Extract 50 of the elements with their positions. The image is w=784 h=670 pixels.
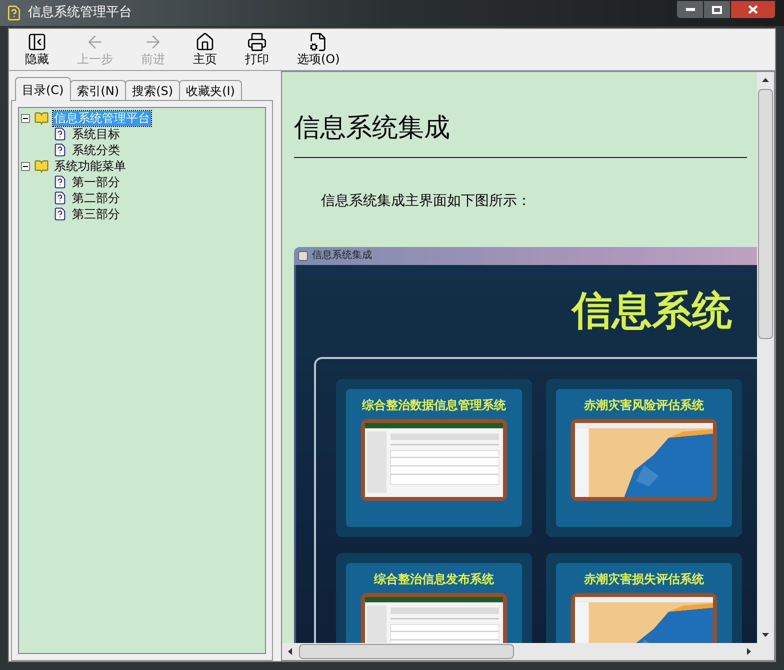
help-page-icon (53, 127, 67, 141)
embedded-window-title: 信息系统集成 (312, 250, 372, 262)
app-icon (298, 251, 308, 261)
app-banner-title: 信息系统 (572, 289, 732, 333)
vertical-scrollbar[interactable] (757, 72, 774, 643)
app-tile[interactable]: 赤潮灾害风险评估系统 (546, 379, 742, 537)
help-file-icon (6, 5, 22, 21)
close-icon (748, 5, 758, 14)
window-title: 信息系统管理平台 (28, 4, 132, 22)
tree-item[interactable]: 系统分类 (71, 142, 121, 158)
book-icon (34, 110, 49, 126)
page-heading: 信息系统集成 (294, 112, 451, 144)
printer-icon (247, 32, 267, 52)
toolbar-button[interactable]: 选项(O) (289, 30, 348, 68)
intro-text: 信息系统集成主界面如下图所示： (321, 192, 532, 210)
collapse-icon[interactable] (21, 162, 30, 170)
close-button[interactable] (730, 0, 776, 19)
document-gear-icon (308, 32, 328, 52)
help-page-icon (53, 175, 67, 189)
tab[interactable]: 目录(C) (15, 77, 71, 101)
tree-item[interactable]: 第三部分 (71, 206, 121, 222)
horizontal-scrollbar[interactable] (282, 643, 774, 660)
tile-title: 赤潮灾害风险评估系统 (584, 397, 704, 413)
scroll-thumb[interactable] (299, 644, 514, 659)
help-page-icon (53, 207, 67, 221)
tile-title: 综合整治信息发布系统 (374, 571, 494, 587)
tree-item[interactable]: 第二部分 (71, 190, 121, 206)
scroll-thumb[interactable] (758, 89, 773, 339)
app-tile[interactable]: 综合整治数据信息管理系统 (336, 379, 532, 537)
minimize-icon (686, 8, 694, 11)
book-icon (34, 158, 49, 174)
app-tile[interactable]: 赤潮灾害损失评估系统 (546, 553, 742, 643)
help-page-icon (53, 143, 67, 157)
minimize-button[interactable] (676, 0, 704, 19)
tile-title: 赤潮灾害损失评估系统 (584, 571, 704, 587)
tab[interactable]: 收藏夹(I) (179, 80, 242, 101)
help-page-icon (53, 191, 67, 205)
collapse-icon[interactable] (21, 114, 30, 122)
maximize-icon (712, 6, 722, 14)
tree-item[interactable]: 第一部分 (71, 174, 121, 190)
maximize-button[interactable] (704, 0, 730, 19)
app-tile[interactable]: 综合整治信息发布系统 (336, 553, 532, 643)
panel-icon (27, 32, 47, 52)
tile-title: 综合整治数据信息管理系统 (362, 397, 506, 413)
toolbar-button[interactable]: 隐藏 (17, 30, 57, 68)
tree-item[interactable]: 系统功能菜单 (53, 158, 127, 174)
tree-item[interactable]: 系统目标 (71, 126, 121, 142)
home-icon (195, 32, 215, 52)
toolbar-button[interactable]: 主页 (185, 30, 225, 68)
toolbar-button[interactable]: 打印 (237, 30, 277, 68)
